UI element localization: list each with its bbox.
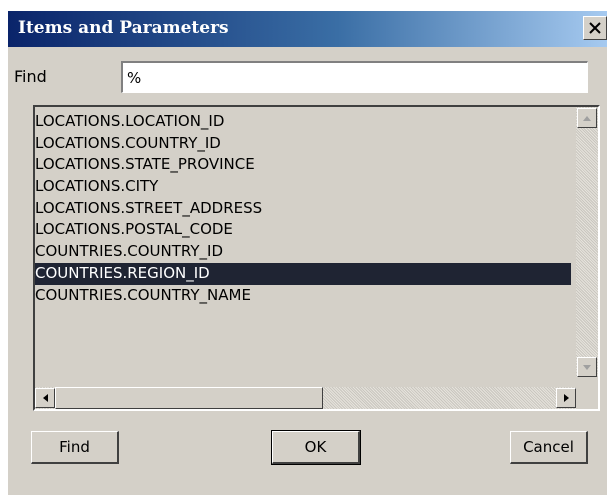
list-item[interactable]: LOCATIONS.CITY	[35, 176, 571, 198]
list-item[interactable]: LOCATIONS.LOCATION_ID	[35, 111, 571, 133]
scroll-right-button[interactable]	[556, 388, 576, 408]
list-items: LOCATIONS.LOCATION_ID LOCATIONS.COUNTRY_I…	[35, 111, 571, 306]
vertical-scrollbar[interactable]	[576, 107, 598, 377]
ok-button[interactable]: OK	[271, 430, 361, 465]
arrow-right-icon	[563, 394, 569, 402]
list-item[interactable]: COUNTRIES.REGION_ID	[35, 262, 571, 285]
scroll-left-button[interactable]	[35, 388, 55, 408]
horizontal-scrollbar[interactable]	[35, 387, 576, 409]
cancel-button[interactable]: Cancel	[510, 431, 588, 464]
arrow-up-icon	[583, 115, 591, 121]
arrow-left-icon	[42, 394, 48, 402]
list-item[interactable]: LOCATIONS.STATE_PROVINCE	[35, 154, 571, 176]
dialog-title: Items and Parameters	[18, 18, 229, 38]
find-button[interactable]: Find	[31, 431, 119, 464]
arrow-down-icon	[583, 364, 591, 370]
list-item[interactable]: LOCATIONS.STREET_ADDRESS	[35, 198, 571, 220]
find-input[interactable]	[121, 61, 588, 93]
horizontal-scroll-thumb[interactable]	[55, 387, 323, 409]
list-item[interactable]: LOCATIONS.COUNTRY_ID	[35, 133, 571, 155]
scroll-up-button[interactable]	[577, 108, 597, 128]
scroll-down-button[interactable]	[577, 357, 597, 377]
items-listbox[interactable]: LOCATIONS.LOCATION_ID LOCATIONS.COUNTRY_I…	[33, 105, 600, 411]
list-item[interactable]: COUNTRIES.COUNTRY_ID	[35, 241, 571, 263]
close-icon	[589, 22, 601, 34]
list-item[interactable]: LOCATIONS.POSTAL_CODE	[35, 219, 571, 241]
scrollbar-corner	[576, 387, 598, 409]
close-button[interactable]	[583, 16, 607, 40]
list-item[interactable]: COUNTRIES.COUNTRY_NAME	[35, 285, 571, 307]
items-parameters-dialog: Items and Parameters Find LOCATIONS.LOCA…	[8, 11, 607, 495]
find-label: Find	[14, 67, 47, 86]
title-bar[interactable]: Items and Parameters	[8, 11, 607, 47]
